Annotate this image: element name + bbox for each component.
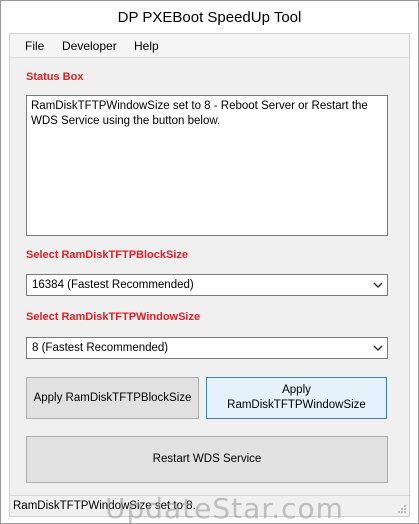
chevron-down-icon — [373, 345, 383, 351]
window-title: DP PXEBoot SpeedUp Tool — [117, 9, 302, 26]
status-bar-text: RamDiskTFTPWindowSize set to 8. — [13, 500, 196, 512]
window-size-selected: 8 (Fastest Recommended) — [32, 342, 169, 354]
apply-window-size-label-line1: Apply — [282, 384, 311, 396]
window-size-dropdown[interactable]: 8 (Fastest Recommended) — [26, 337, 388, 359]
restart-wds-label: Restart WDS Service — [152, 453, 262, 465]
menu-bar: File Developer Help — [10, 34, 409, 58]
window-size-label: Select RamDiskTFTPWindowSize — [26, 311, 201, 323]
status-bar: RamDiskTFTPWindowSize set to 8. — [10, 495, 409, 516]
status-box-label: Status Box — [26, 71, 84, 83]
app-window: DP PXEBoot SpeedUp Tool File Developer H… — [0, 0, 419, 524]
title-bar[interactable]: DP PXEBoot SpeedUp Tool — [1, 1, 418, 33]
restart-wds-button[interactable]: Restart WDS Service — [26, 436, 388, 483]
client-area: File Developer Help Status Box RamDiskTF… — [9, 33, 410, 524]
block-size-selected: 16384 (Fastest Recommended) — [32, 279, 194, 291]
chevron-down-icon — [373, 282, 383, 288]
apply-window-size-button[interactable]: Apply RamDiskTFTPWindowSize — [206, 377, 387, 419]
apply-block-size-button[interactable]: Apply RamDiskTFTPBlockSize — [26, 377, 199, 419]
block-size-label: Select RamDiskTFTPBlockSize — [26, 249, 189, 261]
block-size-dropdown[interactable]: 16384 (Fastest Recommended) — [26, 274, 388, 296]
apply-window-size-label-line2: RamDiskTFTPWindowSize — [227, 399, 366, 411]
menu-file[interactable]: File — [25, 39, 44, 53]
menu-help[interactable]: Help — [134, 39, 159, 53]
apply-block-size-label: Apply RamDiskTFTPBlockSize — [33, 391, 192, 404]
menu-developer[interactable]: Developer — [62, 39, 117, 53]
status-textbox[interactable]: RamDiskTFTPWindowSize set to 8 - Reboot … — [26, 95, 388, 236]
resize-grip-icon[interactable] — [397, 504, 407, 514]
